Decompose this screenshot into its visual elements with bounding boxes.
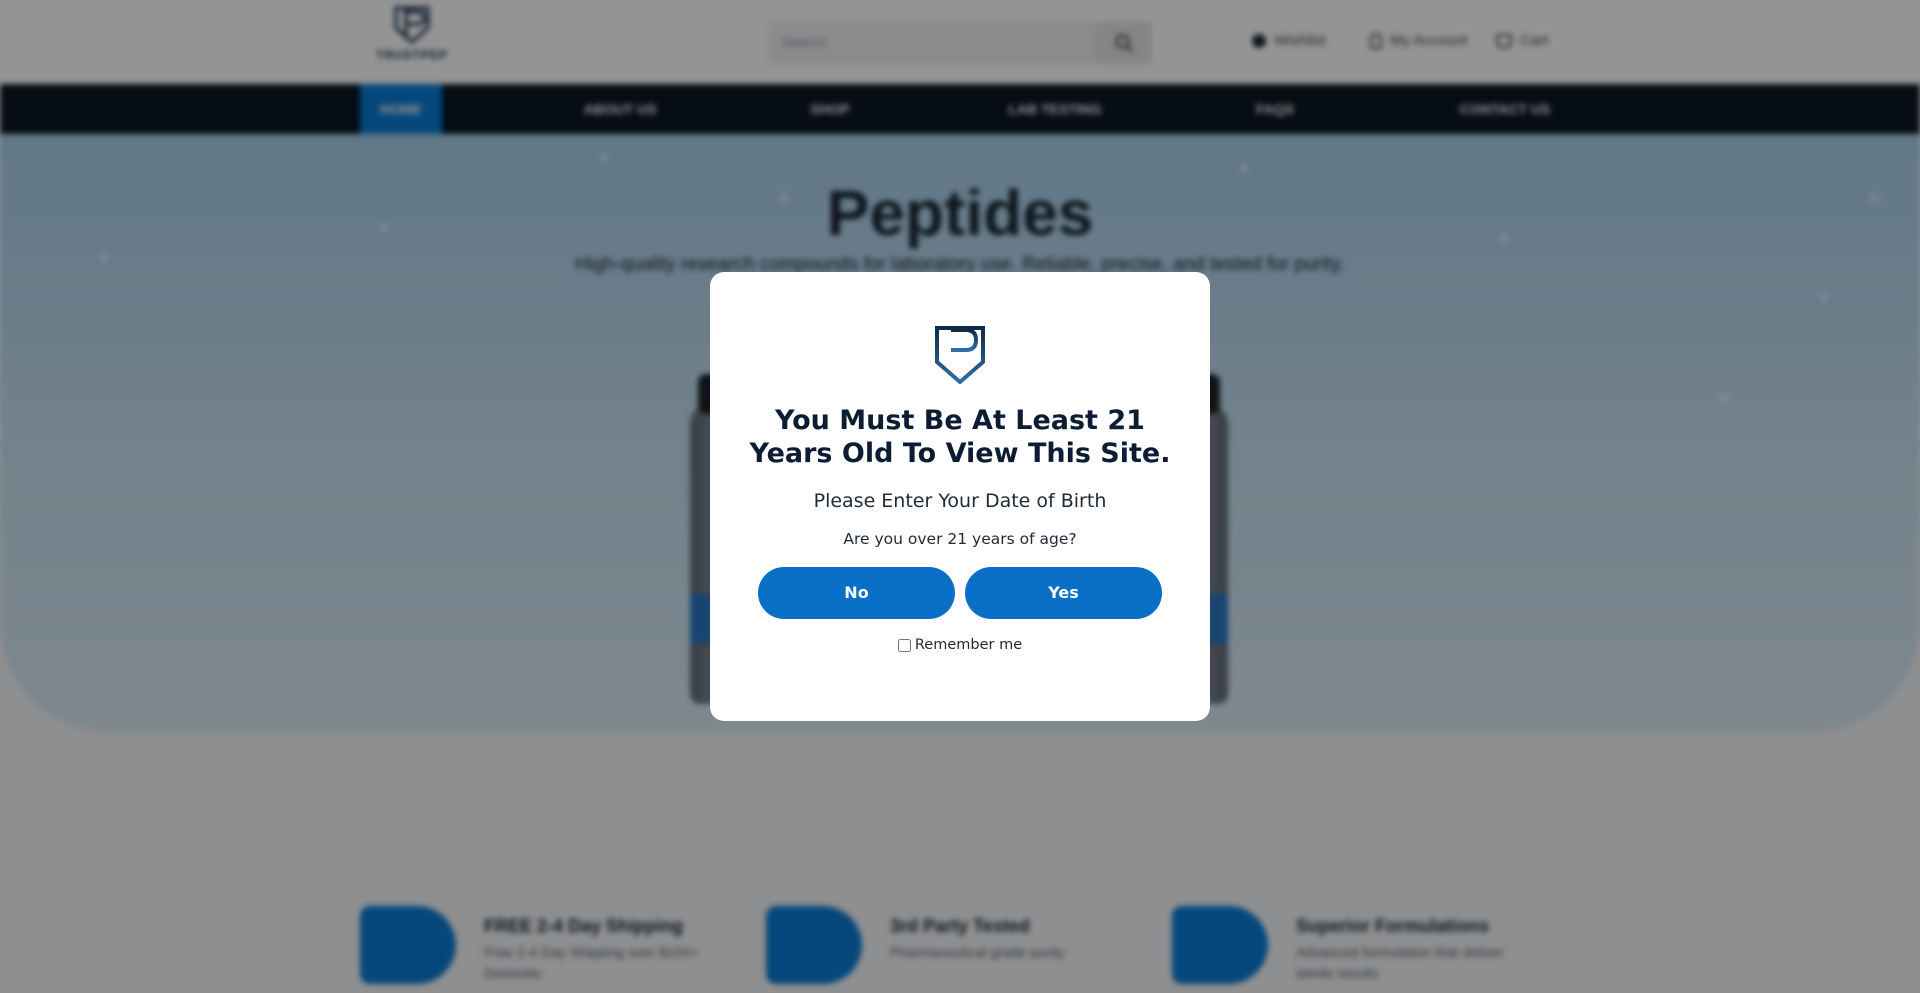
no-button[interactable]: No: [758, 567, 955, 619]
brand-shield-icon: [935, 326, 985, 384]
remember-me-checkbox[interactable]: [897, 638, 911, 652]
age-gate-subtitle: Please Enter Your Date of Birth: [813, 490, 1107, 512]
age-gate-question: Are you over 21 years of age?: [843, 530, 1077, 548]
remember-me-label: Remember me: [914, 637, 1023, 653]
yes-button[interactable]: Yes: [965, 567, 1162, 619]
remember-me[interactable]: Remember me: [710, 637, 1210, 653]
age-gate-modal: You Must Be At Least 21 Years Old To Vie…: [710, 272, 1210, 721]
age-gate-title: You Must Be At Least 21 Years Old To Vie…: [749, 405, 1171, 469]
